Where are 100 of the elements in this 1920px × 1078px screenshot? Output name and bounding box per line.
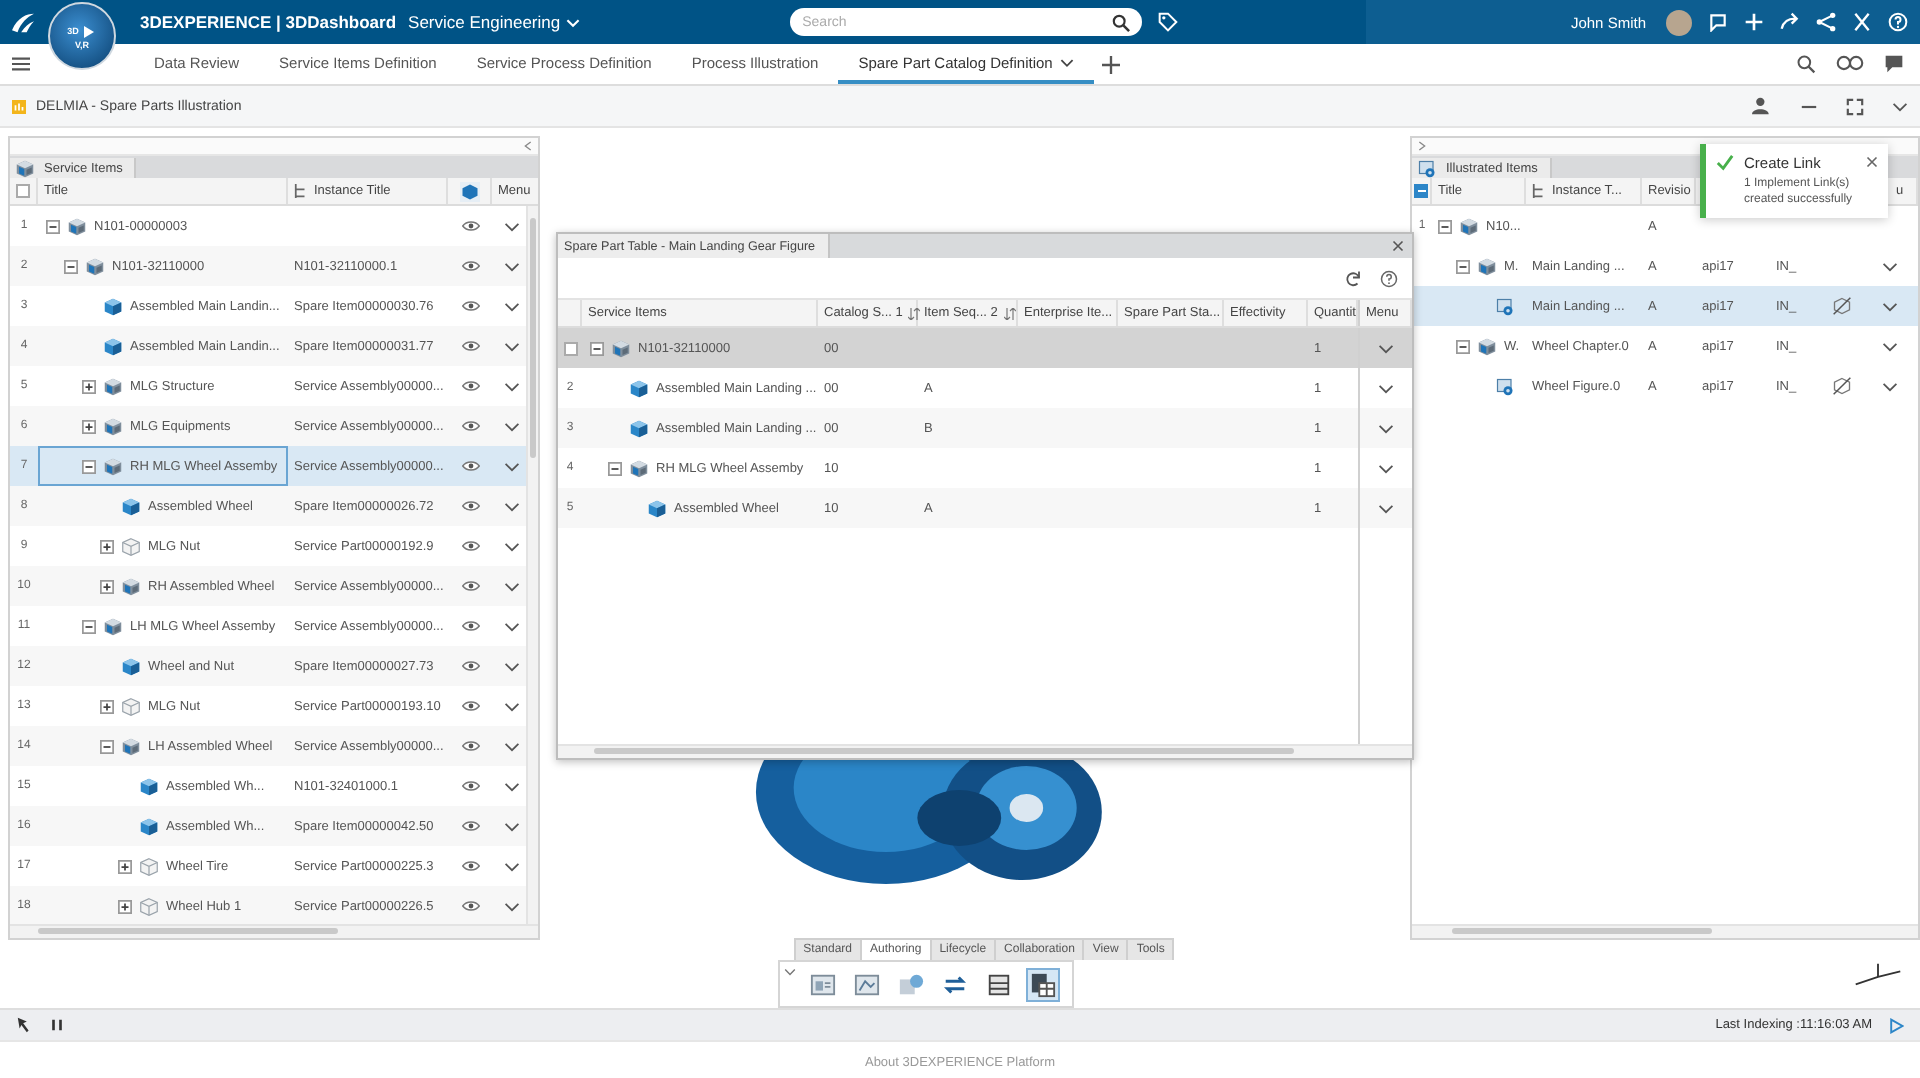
chevron-icon[interactable] <box>504 581 520 591</box>
chevron-icon[interactable] <box>1378 503 1394 513</box>
play-icon[interactable] <box>1888 1017 1904 1033</box>
chevron-icon[interactable] <box>504 661 520 671</box>
eye-icon[interactable] <box>461 860 479 872</box>
help-icon[interactable] <box>1380 269 1398 287</box>
avatar[interactable] <box>1666 9 1692 35</box>
chevron-icon[interactable] <box>504 261 520 271</box>
expand-toggle[interactable] <box>118 899 132 913</box>
select-all-checkbox[interactable] <box>1414 184 1428 198</box>
eye-icon[interactable] <box>461 900 479 912</box>
chevron-icon[interactable] <box>504 461 520 471</box>
chevron-icon[interactable] <box>1882 341 1898 351</box>
eye-icon[interactable] <box>461 220 479 232</box>
scrollbar[interactable] <box>526 206 538 924</box>
chevron-icon[interactable] <box>504 501 520 511</box>
chevron-icon[interactable] <box>504 301 520 311</box>
eye-icon[interactable] <box>461 820 479 832</box>
eye-icon[interactable] <box>461 540 479 552</box>
tag-icon[interactable] <box>1158 12 1179 32</box>
row-checkbox[interactable] <box>563 341 577 355</box>
chevron-icon[interactable] <box>1882 261 1898 271</box>
eye-icon[interactable] <box>461 620 479 632</box>
collapse-toggle[interactable] <box>100 739 114 753</box>
eye-icon[interactable] <box>461 740 479 752</box>
collapse-toggle[interactable] <box>608 461 622 475</box>
search-icon[interactable] <box>1112 13 1131 31</box>
eye-icon[interactable] <box>461 380 479 392</box>
chevron-icon[interactable] <box>504 861 520 871</box>
expand-toggle[interactable] <box>100 539 114 553</box>
search-icon[interactable] <box>1796 54 1816 74</box>
eye-icon[interactable] <box>461 500 479 512</box>
collapse-toggle[interactable] <box>590 341 604 355</box>
sort-icon[interactable] <box>1003 307 1016 319</box>
eye-icon[interactable] <box>461 660 479 672</box>
eye-icon[interactable] <box>461 420 479 432</box>
eye-icon[interactable] <box>461 780 479 792</box>
collapse-toggle[interactable] <box>1456 339 1470 353</box>
close-icon[interactable] <box>1392 240 1404 252</box>
logo-icon[interactable] <box>10 11 36 33</box>
eye-icon[interactable] <box>461 300 479 312</box>
chevron-icon[interactable] <box>783 968 796 976</box>
add-tab-icon[interactable] <box>1102 55 1121 73</box>
chevron-icon[interactable] <box>504 421 520 431</box>
chevron-icon[interactable] <box>1378 463 1394 473</box>
eye-icon[interactable] <box>461 260 479 272</box>
eye-icon[interactable] <box>461 460 479 472</box>
chevron-icon[interactable] <box>504 341 520 351</box>
chevron-icon[interactable] <box>504 541 520 551</box>
scrollbar[interactable] <box>1412 924 1918 938</box>
expand-toggle[interactable] <box>100 699 114 713</box>
collapse-toggle[interactable] <box>82 459 96 473</box>
fullscreen-icon[interactable] <box>1846 97 1864 115</box>
chevron-icon[interactable] <box>504 381 520 391</box>
collapse-panel-icon[interactable] <box>524 140 532 152</box>
glasses-icon[interactable] <box>1836 54 1864 72</box>
expand-panel-icon[interactable] <box>1418 140 1426 152</box>
select-all-checkbox[interactable] <box>16 184 30 198</box>
chevron-icon[interactable] <box>504 701 520 711</box>
comment-icon[interactable] <box>1884 54 1904 74</box>
share-arrow-icon[interactable] <box>1780 12 1800 32</box>
collapse-toggle[interactable] <box>1456 259 1470 273</box>
pause-icon[interactable] <box>50 1018 64 1032</box>
network-icon[interactable] <box>1816 12 1836 32</box>
expand-toggle[interactable] <box>118 859 132 873</box>
sort-icon[interactable] <box>908 307 921 319</box>
collapse-toggle[interactable] <box>82 619 96 633</box>
cube-badge-icon[interactable] <box>459 181 479 201</box>
collapse-toggle[interactable] <box>1438 219 1452 233</box>
scrollbar[interactable] <box>10 924 538 938</box>
close-icon[interactable] <box>1866 156 1878 168</box>
select-cursor-icon[interactable] <box>16 1016 34 1034</box>
chevron-icon[interactable] <box>1378 383 1394 393</box>
chevron-icon[interactable] <box>1378 343 1394 353</box>
chevron-icon[interactable] <box>504 901 520 911</box>
eye-icon[interactable] <box>461 580 479 592</box>
chevron-icon[interactable] <box>504 821 520 831</box>
chevron-icon[interactable] <box>504 781 520 791</box>
chat-bubble-icon[interactable] <box>1708 12 1728 32</box>
dashboard-menu[interactable]: Service Engineering <box>408 12 581 32</box>
expand-toggle[interactable] <box>82 379 96 393</box>
collapse-toggle[interactable] <box>64 259 78 273</box>
chevron-icon[interactable] <box>1892 101 1908 111</box>
play-icon[interactable] <box>80 23 97 39</box>
expand-toggle[interactable] <box>82 419 96 433</box>
toolbar-button[interactable] <box>1025 967 1060 1001</box>
eye-icon[interactable] <box>461 700 479 712</box>
refresh-icon[interactable] <box>1344 269 1362 287</box>
expand-toggle[interactable] <box>100 579 114 593</box>
plus-icon[interactable] <box>1744 12 1764 32</box>
person-icon[interactable] <box>1752 96 1772 116</box>
collapse-toggle[interactable] <box>46 219 60 233</box>
chevron-icon[interactable] <box>1378 423 1394 433</box>
chevron-icon[interactable] <box>1882 381 1898 391</box>
chevron-icon[interactable] <box>1882 301 1898 311</box>
chevron-icon[interactable] <box>504 621 520 631</box>
menu-icon[interactable] <box>12 56 30 72</box>
chevron-icon[interactable] <box>504 741 520 751</box>
chevron-icon[interactable] <box>504 221 520 231</box>
caret-icon[interactable] <box>1060 57 1075 67</box>
